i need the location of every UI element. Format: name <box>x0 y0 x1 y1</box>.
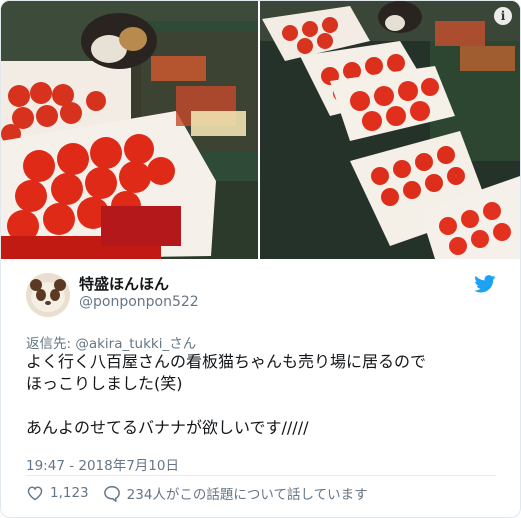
display-name[interactable]: 特盛ほんほん <box>79 273 169 294</box>
conversation-text: 234人がこの話題について話しています <box>126 487 368 503</box>
like-count: 1,123 <box>50 485 89 501</box>
avatar[interactable] <box>26 273 70 317</box>
panda-avatar-icon <box>26 273 70 317</box>
tomato-crates-photo-left <box>1 1 258 259</box>
reply-conversation-link[interactable]: 234人がこの話題について話しています <box>103 483 368 503</box>
divider <box>26 475 496 476</box>
twitter-bird-icon[interactable] <box>474 275 496 293</box>
photo-right[interactable]: i <box>260 1 520 259</box>
speech-bubble-icon <box>103 485 120 502</box>
action-bar: 1,123 234人がこの話題について話しています <box>26 483 382 503</box>
tweet-card: i 特盛ほんほん @ponponpon522 返信先: @akira_tukki… <box>0 0 521 518</box>
tomato-crates-photo-right <box>260 1 520 259</box>
photo-left[interactable] <box>1 1 260 259</box>
media-grid: i <box>1 1 520 259</box>
like-button[interactable]: 1,123 <box>26 485 89 501</box>
info-icon[interactable]: i <box>494 7 512 25</box>
reply-to-line[interactable]: 返信先: @akira_tukki_さん <box>26 332 196 352</box>
timestamp[interactable]: 19:47 - 2018年7月10日 <box>26 454 179 474</box>
tweet-text: よく行く八百屋さんの看板猫ちゃんも売り場に居るので ほっこりしました(笑) あん… <box>26 352 427 437</box>
user-handle[interactable]: @ponponpon522 <box>79 294 199 310</box>
heart-icon <box>27 486 43 501</box>
